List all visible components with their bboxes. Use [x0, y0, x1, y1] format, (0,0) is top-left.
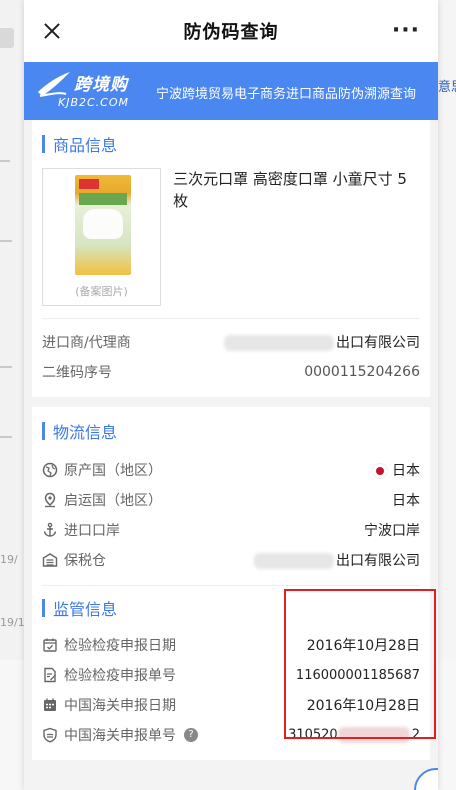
product-summary: (备案图片) 三次元口罩 高密度口罩 小童尺寸 5枚	[42, 168, 420, 319]
row-customs-date: 中国海关申报日期 2016年10月28日	[42, 690, 420, 720]
section-header: 物流信息	[42, 407, 420, 455]
background-line	[0, 160, 10, 162]
row-inspection-number: 检验检疫申报单号 116000001185687	[42, 660, 420, 690]
background-chip	[0, 28, 14, 48]
calendar-check-icon	[43, 638, 57, 652]
customs-date-value: 2016年10月28日	[306, 698, 420, 714]
more-options-icon[interactable]: ···	[392, 20, 420, 42]
logistics-section: 物流信息 原产国（地区） 日本 启运国（地区） 日本 进口口岸 宁波口岸 保税仓…	[32, 407, 430, 586]
supervision-details: 检验检疫申报日期 2016年10月28日 检验检疫申报单号 1160000011…	[42, 630, 420, 760]
help-icon[interactable]: ?	[184, 728, 198, 742]
section-header: 监管信息	[42, 586, 420, 630]
qr-serial-label: 二维码序号	[42, 365, 112, 381]
row-customs-number: 中国海关申报单号 ? 310520 2	[42, 720, 420, 750]
inspection-number-value: 116000001185687	[295, 667, 420, 683]
warehouse-icon	[42, 553, 58, 567]
background-tag: 意思	[438, 80, 456, 95]
shield-icon	[43, 727, 57, 743]
port-label: 进口口岸	[64, 523, 120, 539]
japan-flag-icon	[376, 467, 384, 475]
ship-country-value: 日本	[392, 493, 420, 509]
origin-value: 日本	[376, 460, 420, 480]
inspection-date-label: 检验检疫申报日期	[64, 638, 176, 654]
calendar-icon	[44, 698, 56, 711]
section-header: 商品信息	[42, 120, 420, 168]
product-name: 三次元口罩 高密度口罩 小童尺寸 5枚	[173, 170, 407, 210]
background-line	[0, 240, 12, 242]
supervision-section: 监管信息 检验检疫申报日期 2016年10月28日 检验检疫申报单号 11600…	[32, 586, 430, 760]
ship-country-label: 启运国（地区）	[64, 493, 162, 509]
webview-window: 防伪码查询 ··· 跨境购 KJB2C.COM 宁波跨境贸易电子商务进口商品防伪…	[24, 0, 438, 790]
globe-icon	[42, 462, 58, 478]
warehouse-label: 保税仓	[64, 553, 106, 569]
importer-label: 进口商/代理商	[42, 335, 131, 351]
inspection-date-value: 2016年10月28日	[306, 638, 420, 654]
mask-package-image	[75, 175, 131, 275]
product-details: 进口商/代理商 出口有限公司 二维码序号 0000115204266	[42, 319, 420, 397]
background-date: 19/1	[0, 616, 25, 629]
section-accent-bar	[42, 599, 45, 617]
customs-number-value: 310520 2	[288, 727, 420, 743]
edit-document-icon	[44, 667, 56, 683]
customs-date-label: 中国海关申报日期	[64, 698, 176, 714]
qr-serial-value: 0000115204266	[304, 364, 420, 380]
kjb2c-logo: 跨境购 KJB2C.COM	[24, 62, 134, 120]
row-ship-country: 启运国（地区） 日本	[42, 485, 420, 515]
section-title-logistics: 物流信息	[53, 423, 118, 442]
page-title: 防伪码查询	[183, 22, 279, 43]
logo-text-en: KJB2C.COM	[58, 96, 130, 109]
origin-label: 原产国（地区）	[64, 463, 162, 479]
main-content: 商品信息 (备案图片) 三次元口罩 高密度口罩 小童尺寸 5枚 进口商/代理商 …	[24, 120, 438, 790]
header-banner: 跨境购 KJB2C.COM 宁波跨境贸易电子商务进口商品防伪溯源查询	[24, 62, 438, 120]
row-port: 进口口岸 宁波口岸	[42, 515, 420, 545]
importer-value: 出口有限公司	[224, 332, 420, 352]
product-section: 商品信息 (备案图片) 三次元口罩 高密度口罩 小童尺寸 5枚 进口商/代理商 …	[24, 120, 438, 407]
page-footer	[32, 760, 430, 790]
background-line	[0, 366, 12, 368]
background-date: 19/	[0, 553, 18, 566]
row-importer: 进口商/代理商 出口有限公司	[42, 327, 420, 357]
row-origin: 原产国（地区） 日本	[42, 455, 420, 485]
product-image[interactable]: (备案图片)	[42, 168, 162, 306]
close-icon[interactable]	[40, 19, 64, 43]
section-accent-bar	[42, 422, 45, 440]
row-warehouse: 保税仓 出口有限公司	[42, 545, 420, 575]
anchor-icon	[43, 522, 57, 537]
title-bar: 防伪码查询 ···	[24, 0, 438, 62]
port-value: 宁波口岸	[364, 523, 420, 539]
logistics-details: 原产国（地区） 日本 启运国（地区） 日本 进口口岸 宁波口岸 保税仓 出口有限…	[42, 455, 420, 585]
inspection-number-label: 检验检疫申报单号	[64, 668, 176, 684]
row-qr-serial: 二维码序号 0000115204266	[42, 357, 420, 387]
logo-text-cn: 跨境购	[74, 75, 128, 95]
banner-slogan: 宁波跨境贸易电子商务进口商品防伪溯源查询	[156, 87, 417, 102]
row-inspection-date: 检验检疫申报日期 2016年10月28日	[42, 630, 420, 660]
background-line	[0, 436, 12, 438]
section-accent-bar	[42, 135, 45, 153]
section-title-supervision: 监管信息	[53, 600, 118, 619]
section-title-product: 商品信息	[53, 136, 118, 155]
customs-number-label: 中国海关申报单号	[64, 728, 176, 744]
location-pin-icon	[44, 492, 56, 508]
warehouse-value: 出口有限公司	[254, 550, 420, 570]
image-caption: (备案图片)	[75, 285, 128, 298]
